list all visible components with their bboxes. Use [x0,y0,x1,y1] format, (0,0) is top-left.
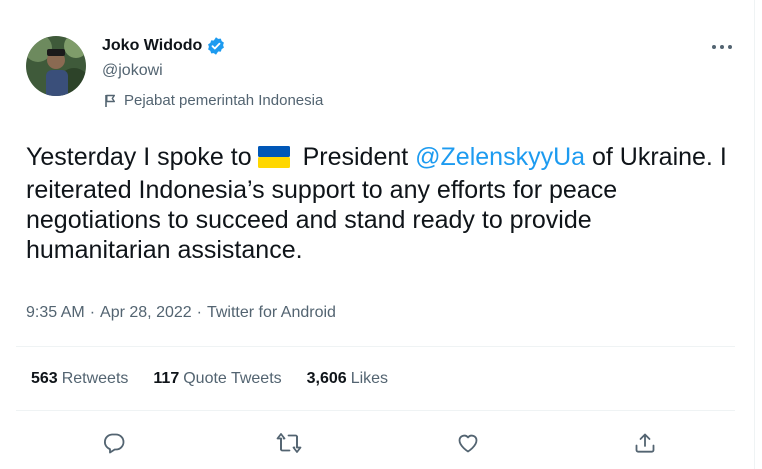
retweet-button[interactable] [272,426,306,460]
tweet-card: Joko Widodo @jokowi Pejabat pemerintah I… [0,0,755,469]
quote-tweets-count: 117 [153,370,180,387]
reply-button[interactable] [97,426,131,460]
mention-link[interactable]: @ZelenskyyUa [415,143,585,171]
likes-stat[interactable]: 3,606 Likes [307,370,388,388]
tweet-actions [0,426,762,460]
author-handle[interactable]: @jokowi [102,62,163,80]
divider [16,410,735,411]
account-label: Pejabat pemerintah Indonesia [104,92,323,109]
share-icon [635,433,655,453]
verified-badge-icon [206,36,226,56]
account-label-text: Pejabat pemerintah Indonesia [124,92,324,109]
retweets-stat[interactable]: 563 Retweets [31,370,128,388]
more-options-button[interactable] [708,36,736,58]
avatar-image [26,36,86,96]
tweet-time[interactable]: 9:35 AM [26,304,85,322]
divider [16,346,735,347]
tweet-date[interactable]: Apr 28, 2022 [100,304,192,322]
tweet-text-middle: President [302,143,409,171]
quote-tweets-stat[interactable]: 117 Quote Tweets [153,370,281,388]
retweet-icon [276,433,302,453]
like-icon [458,434,478,453]
flag-icon [105,94,115,107]
tweet-source[interactable]: Twitter for Android [207,304,336,322]
avatar[interactable] [26,36,86,96]
reply-icon [104,433,125,454]
ukraine-flag-icon [257,145,290,175]
tweet-text-before: Yesterday I spoke to [26,143,252,171]
like-button[interactable] [451,426,485,460]
quote-tweets-label: Quote Tweets [183,370,282,387]
tweet-stats: 563 Retweets 117 Quote Tweets 3,606 Like… [31,370,413,388]
tweet-text: Yesterday I spoke to President @Zelensky… [26,142,736,265]
likes-count: 3,606 [306,370,347,387]
author-name[interactable]: Joko Widodo [102,36,202,56]
share-button[interactable] [628,426,662,460]
retweets-count: 563 [31,370,58,387]
more-icon [712,45,732,49]
likes-label: Likes [350,370,389,387]
author-name-row[interactable]: Joko Widodo [102,36,226,56]
meta-separator: · [196,304,202,321]
retweets-label: Retweets [61,370,129,387]
meta-separator: · [89,304,96,321]
tweet-meta: 9:35 AM · Apr 28, 2022 · Twitter for And… [26,304,336,322]
